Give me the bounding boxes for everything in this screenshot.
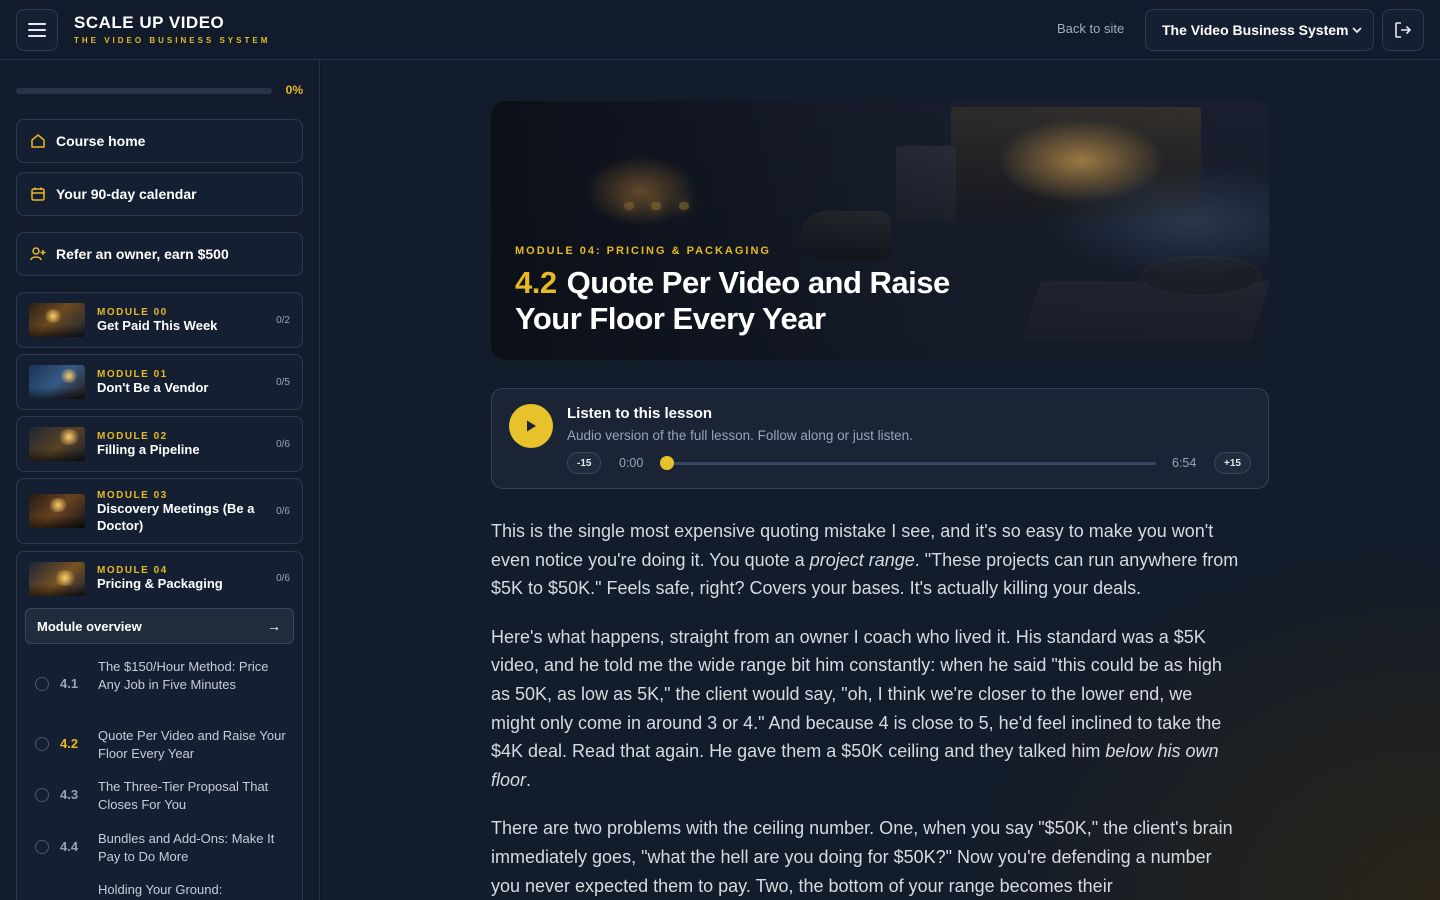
brand-title: SCALE UP VIDEO	[74, 13, 225, 32]
module-title: Get Paid This Week	[97, 318, 218, 333]
brand-logo[interactable]: SCALE UP VIDEO THE VIDEO BUSINESS SYSTEM	[74, 13, 270, 47]
module-overview-label: Module overview	[37, 618, 142, 634]
lesson-status-circle-icon	[35, 677, 49, 691]
top-bar: SCALE UP VIDEO THE VIDEO BUSINESS SYSTEM…	[0, 0, 1440, 60]
module-title: Discovery Meetings (Be a Doctor)	[97, 501, 255, 533]
audio-subtitle: Audio version of the full lesson. Follow…	[567, 428, 913, 443]
lesson-title: The Three-Tier Proposal That Closes For …	[98, 779, 269, 812]
audio-title: Listen to this lesson	[567, 405, 713, 422]
chevron-down-icon	[1352, 27, 1362, 34]
lesson-item-4-1[interactable]: 4.1 The $150/Hour Method: Price Any Job …	[25, 658, 294, 712]
lesson-title: Bundles and Add-Ons: Make It Pay to Do M…	[98, 831, 275, 864]
menu-button[interactable]	[16, 9, 58, 51]
module-card-03[interactable]: MODULE 03 Discovery Meetings (Be a Docto…	[16, 478, 303, 544]
brand-subtitle: THE VIDEO BUSINESS SYSTEM	[74, 36, 271, 45]
module-card-00[interactable]: MODULE 00 Get Paid This Week 0/2	[16, 292, 303, 348]
logout-icon	[1395, 22, 1412, 38]
lesson-item-4-4[interactable]: 4.4 Bundles and Add-Ons: Make It Pay to …	[25, 830, 294, 866]
calendar-icon	[31, 187, 45, 201]
lesson-number: 4.3	[60, 787, 79, 802]
seek-handle[interactable]	[660, 456, 674, 470]
course-progress: 0%	[16, 83, 304, 98]
lesson-title: The $150/Hour Method: Price Any Job in F…	[98, 659, 269, 692]
module-thumbnail	[29, 303, 85, 337]
module-card-01[interactable]: MODULE 01 Don't Be a Vendor 0/5	[16, 354, 303, 410]
lesson-status-circle-icon	[35, 788, 49, 802]
lesson-item-4-3[interactable]: 4.3 The Three-Tier Proposal That Closes …	[25, 778, 294, 814]
lesson-status-circle-icon	[35, 840, 49, 854]
lesson-title-text: Quote Per Video and Raise Your Floor Eve…	[515, 265, 950, 336]
lesson-title: Quote Per Video and Raise Your Floor Eve…	[98, 728, 286, 761]
user-plus-icon	[30, 247, 46, 261]
current-time: 0:00	[619, 456, 644, 470]
progress-track	[16, 88, 272, 94]
lesson-article: This is the single most expensive quotin…	[491, 517, 1241, 900]
module-count: 0/5	[276, 377, 290, 388]
course-select-value: The Video Business System	[1162, 22, 1349, 38]
nav-label: Refer an owner, earn $500	[56, 246, 229, 262]
module-count: 0/6	[276, 573, 290, 584]
lesson-item-4-5[interactable]: Holding Your Ground:	[25, 881, 294, 900]
nav-calendar[interactable]: Your 90-day calendar	[16, 172, 303, 216]
module-count: 0/6	[276, 506, 290, 517]
lesson-status-circle-icon	[35, 737, 49, 751]
module-card-02[interactable]: MODULE 02 Filling a Pipeline 0/6	[16, 416, 303, 472]
skip-forward-button[interactable]: +15	[1214, 452, 1251, 474]
hamburger-icon	[28, 23, 46, 37]
nav-refer[interactable]: Refer an owner, earn $500	[16, 232, 303, 276]
module-thumbnail	[29, 562, 85, 596]
play-icon	[527, 420, 536, 432]
module-count: 0/6	[276, 439, 290, 450]
article-paragraph: There are two problems with the ceiling …	[491, 818, 1233, 896]
logout-button[interactable]	[1382, 9, 1424, 51]
module-thumbnail	[29, 427, 85, 461]
module-title: Don't Be a Vendor	[97, 380, 209, 395]
sidebar: 0% Course home Your 90-day calendar Refe…	[0, 60, 320, 900]
main-content: MODULE 04: PRICING & PACKAGING 4.2 Quote …	[321, 60, 1440, 900]
article-paragraph: This is the single most expensive quotin…	[491, 521, 1239, 599]
module-thumbnail	[29, 365, 85, 399]
skip-back-button[interactable]: -15	[567, 452, 602, 474]
lesson-number: 4.2	[60, 736, 79, 751]
total-time: 6:54	[1172, 456, 1197, 470]
module-title: Pricing & Packaging	[97, 576, 223, 591]
home-icon	[31, 134, 45, 148]
progress-percent: 0%	[285, 83, 303, 97]
course-select[interactable]: The Video Business System	[1145, 9, 1374, 51]
module-thumbnail	[29, 494, 85, 528]
play-button[interactable]	[509, 404, 553, 448]
audio-player: Listen to this lesson Audio version of t…	[491, 388, 1269, 489]
module-count: 0/2	[276, 315, 290, 326]
nav-label: Course home	[56, 133, 146, 149]
back-to-site-link[interactable]: Back to site	[1057, 21, 1124, 36]
lesson-item-4-2[interactable]: 4.2 Quote Per Video and Raise Your Floor…	[25, 727, 294, 763]
lesson-title-heading: 4.2 Quote Per Video and Raise Your Floor …	[515, 265, 955, 337]
module-overview-button[interactable]: Module overview →	[25, 608, 294, 644]
lesson-number: 4.1	[60, 676, 79, 691]
module-title: Filling a Pipeline	[97, 442, 200, 457]
lesson-number: 4.2	[515, 265, 557, 300]
module-card-04[interactable]: MODULE 04 Pricing & Packaging 0/6 Module…	[16, 551, 303, 900]
lesson-title: Holding Your Ground:	[98, 882, 223, 897]
arrow-right-icon: →	[267, 618, 281, 634]
seek-bar[interactable]	[667, 462, 1156, 465]
lesson-number: 4.4	[60, 839, 79, 854]
article-paragraph: Here's what happens, straight from an ow…	[491, 626, 1222, 791]
nav-label: Your 90-day calendar	[56, 186, 197, 202]
nav-course-home[interactable]: Course home	[16, 119, 303, 163]
hero-module-label: MODULE 04: PRICING & PACKAGING	[515, 245, 771, 257]
lesson-hero: MODULE 04: PRICING & PACKAGING 4.2 Quote …	[491, 101, 1269, 360]
